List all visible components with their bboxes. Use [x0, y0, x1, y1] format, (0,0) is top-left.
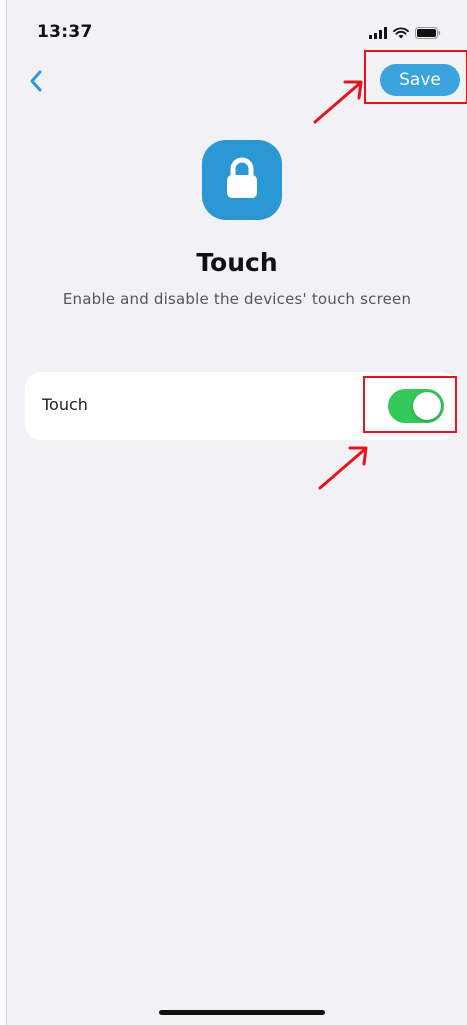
phone-screen: 13:37 Save Touch Enable and disable the … — [6, 0, 467, 1025]
touch-setting-row: Touch — [25, 372, 457, 440]
page-title: Touch — [196, 248, 278, 277]
chevron-left-icon — [29, 69, 43, 97]
touch-toggle[interactable] — [388, 389, 444, 423]
touch-setting-label: Touch — [42, 395, 88, 414]
status-bar: 13:37 — [7, 0, 467, 60]
wifi-icon — [393, 24, 409, 43]
signal-icon — [369, 24, 387, 43]
save-button[interactable]: Save — [380, 64, 460, 96]
status-time: 13:37 — [37, 22, 93, 42]
lock-icon-tile — [202, 140, 282, 220]
back-button[interactable] — [21, 66, 51, 100]
status-icons — [369, 24, 441, 43]
battery-icon — [415, 24, 441, 43]
toggle-knob — [413, 392, 441, 420]
home-indicator[interactable] — [159, 1010, 325, 1015]
toggle-highlight-arrow — [318, 446, 368, 490]
page-subtitle: Enable and disable the devices' touch sc… — [62, 290, 412, 308]
navigation-bar: Save — [7, 58, 467, 114]
lock-icon — [224, 156, 260, 204]
